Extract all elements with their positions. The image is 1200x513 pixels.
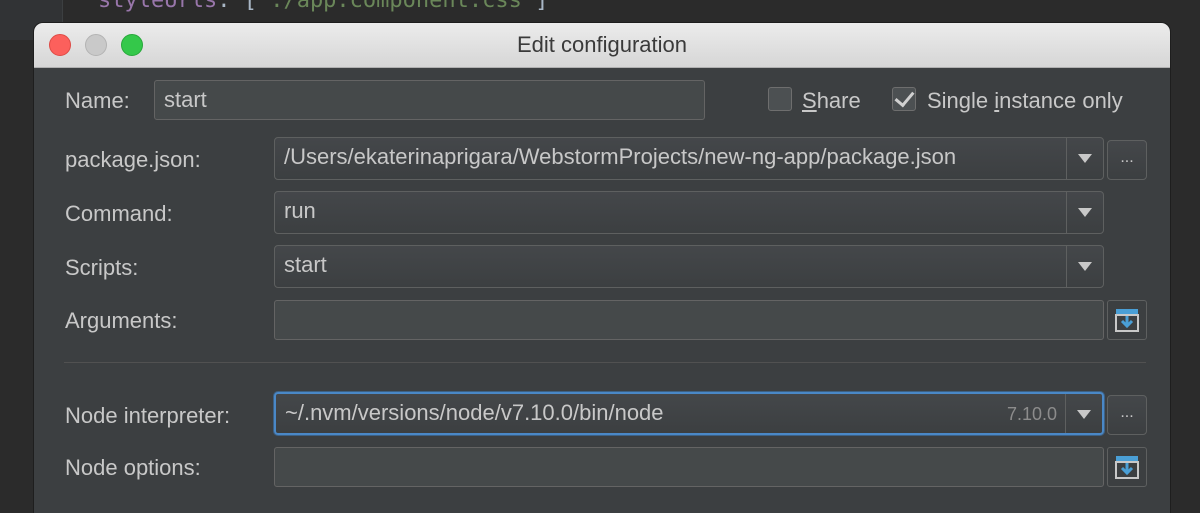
scripts-combobox[interactable]: start <box>274 245 1104 288</box>
command-value: run <box>284 198 316 223</box>
chevron-down-icon[interactable] <box>1078 208 1092 217</box>
chevron-down-icon[interactable] <box>1078 154 1092 163</box>
arguments-insert-macro-button[interactable] <box>1107 300 1147 340</box>
node-interpreter-label: Node interpreter: <box>65 403 231 428</box>
scripts-label: Scripts: <box>65 255 139 280</box>
section-divider <box>64 362 1146 363</box>
edit-configuration-dialog: Edit configuration Name: start Share Sin… <box>34 23 1170 513</box>
node-interpreter-browse-button[interactable]: ... <box>1107 395 1147 435</box>
package-json-value: /Users/ekaterinaprigara/WebstormProjects… <box>284 144 957 169</box>
node-options-label: Node options: <box>65 455 201 480</box>
node-options-input[interactable] <box>274 447 1104 487</box>
insert-macro-icon <box>1115 456 1139 479</box>
name-value: start <box>164 87 207 112</box>
chevron-down-icon[interactable] <box>1078 262 1092 271</box>
package-json-combobox[interactable]: /Users/ekaterinaprigara/WebstormProjects… <box>274 137 1104 180</box>
node-interpreter-value: ~/.nvm/versions/node/v7.10.0/bin/node <box>285 400 664 425</box>
command-label: Command: <box>65 201 173 226</box>
chevron-down-icon[interactable] <box>1077 410 1091 419</box>
name-label: Name: <box>65 88 130 113</box>
node-options-insert-macro-button[interactable] <box>1107 447 1147 487</box>
code-line: styleUrls: ['./app.component.css'] <box>98 0 549 13</box>
dialog-titlebar: Edit configuration <box>34 23 1170 68</box>
arguments-input[interactable] <box>274 300 1104 340</box>
name-input[interactable]: start <box>154 80 705 120</box>
insert-macro-icon <box>1115 309 1139 332</box>
node-interpreter-combobox[interactable]: ~/.nvm/versions/node/v7.10.0/bin/node 7.… <box>274 392 1104 435</box>
share-checkbox[interactable] <box>768 87 792 111</box>
single-instance-checkbox[interactable] <box>892 87 916 111</box>
command-combobox[interactable]: run <box>274 191 1104 234</box>
package-json-label: package.json: <box>65 147 201 172</box>
scripts-value: start <box>284 252 327 277</box>
node-version-hint: 7.10.0 <box>1006 404 1057 424</box>
arguments-label: Arguments: <box>65 308 178 333</box>
single-instance-label[interactable]: Single instance only <box>927 88 1123 114</box>
dialog-title: Edit configuration <box>517 32 687 57</box>
package-json-browse-button[interactable]: ... <box>1107 140 1147 180</box>
share-label[interactable]: Share <box>802 88 861 114</box>
